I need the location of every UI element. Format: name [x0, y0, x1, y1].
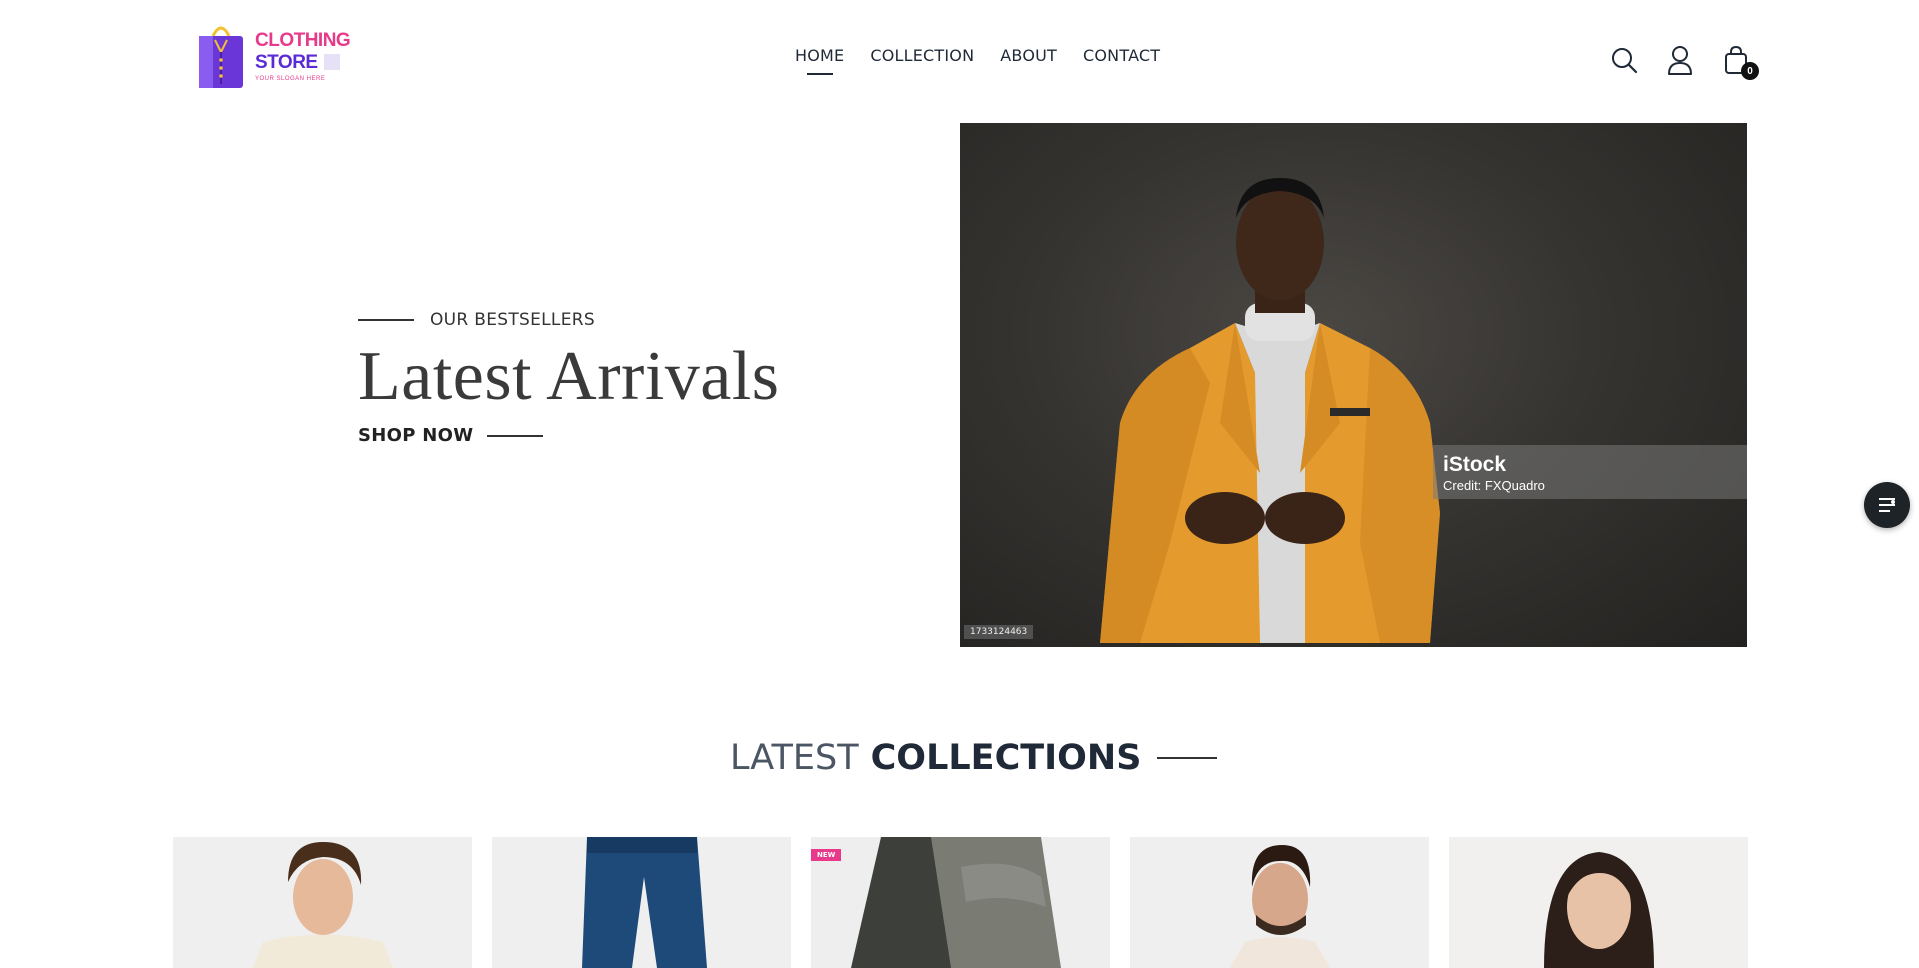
floating-menu-button[interactable]	[1864, 482, 1910, 528]
product-image	[1449, 837, 1748, 968]
header-icons: 0	[1610, 44, 1759, 80]
product-image	[811, 837, 1110, 968]
user-icon[interactable]	[1666, 44, 1694, 76]
logo-square-decoration	[323, 54, 340, 70]
product-card[interactable]: NEW	[811, 837, 1110, 968]
product-image	[173, 837, 472, 968]
watermark-credit: Credit: FXQuadro	[1443, 478, 1545, 493]
product-card[interactable]	[1130, 837, 1429, 968]
logo-line-1: CLOTHING	[255, 29, 351, 51]
shopping-bag-logo-icon	[195, 22, 247, 90]
watermark-brand: iStock	[1443, 453, 1507, 476]
product-card[interactable]	[173, 837, 472, 968]
nav-collection[interactable]: COLLECTION	[870, 46, 974, 65]
product-grid: NEW	[173, 837, 1748, 968]
image-id-label: 1733124463	[964, 625, 1034, 639]
hero-eyebrow: OUR BESTSELLERS	[358, 310, 780, 330]
hero-model-illustration	[1100, 178, 1440, 643]
hero-eyebrow-text: OUR BESTSELLERS	[430, 310, 595, 330]
menu-lines-icon	[1879, 498, 1895, 512]
shop-now-label[interactable]: SHOP NOW	[358, 425, 473, 446]
collections-title-bold: COLLECTIONS	[870, 738, 1142, 778]
shop-now-line	[487, 434, 544, 437]
product-image	[492, 837, 791, 968]
collections-title-line	[1157, 757, 1218, 759]
eyebrow-line	[358, 319, 414, 321]
hero-title: Latest Arrivals	[358, 338, 780, 415]
nav-home[interactable]: HOME	[795, 46, 844, 65]
logo-slogan: YOUR SLOGAN HERE	[255, 75, 326, 82]
product-card[interactable]	[1449, 837, 1748, 968]
product-image	[1130, 837, 1429, 968]
hero-text-block: OUR BESTSELLERS Latest Arrivals SHOP NOW	[358, 310, 780, 446]
site-header: CLOTHING STORE YOUR SLOGAN HERE HOME COL…	[0, 0, 1919, 118]
store-logo[interactable]: CLOTHING STORE YOUR SLOGAN HERE	[195, 22, 351, 90]
logo-line-2: STORE	[255, 51, 318, 73]
nav-contact[interactable]: CONTACT	[1083, 46, 1160, 65]
hero-image: iStock Credit: FXQuadro 1733124463	[960, 123, 1747, 647]
collections-heading: LATEST COLLECTIONS	[730, 738, 1218, 778]
istock-watermark: iStock Credit: FXQuadro	[1433, 445, 1747, 499]
collections-title-light: LATEST	[730, 738, 859, 778]
shop-now-link[interactable]: SHOP NOW	[358, 425, 780, 446]
new-badge: NEW	[811, 849, 842, 861]
shopping-bag-icon[interactable]: 0	[1722, 44, 1759, 80]
cart-count-badge: 0	[1741, 62, 1759, 80]
nav-about[interactable]: ABOUT	[1000, 46, 1057, 65]
search-icon[interactable]	[1610, 44, 1638, 76]
product-card[interactable]	[492, 837, 791, 968]
main-nav: HOME COLLECTION ABOUT CONTACT	[795, 46, 1160, 65]
